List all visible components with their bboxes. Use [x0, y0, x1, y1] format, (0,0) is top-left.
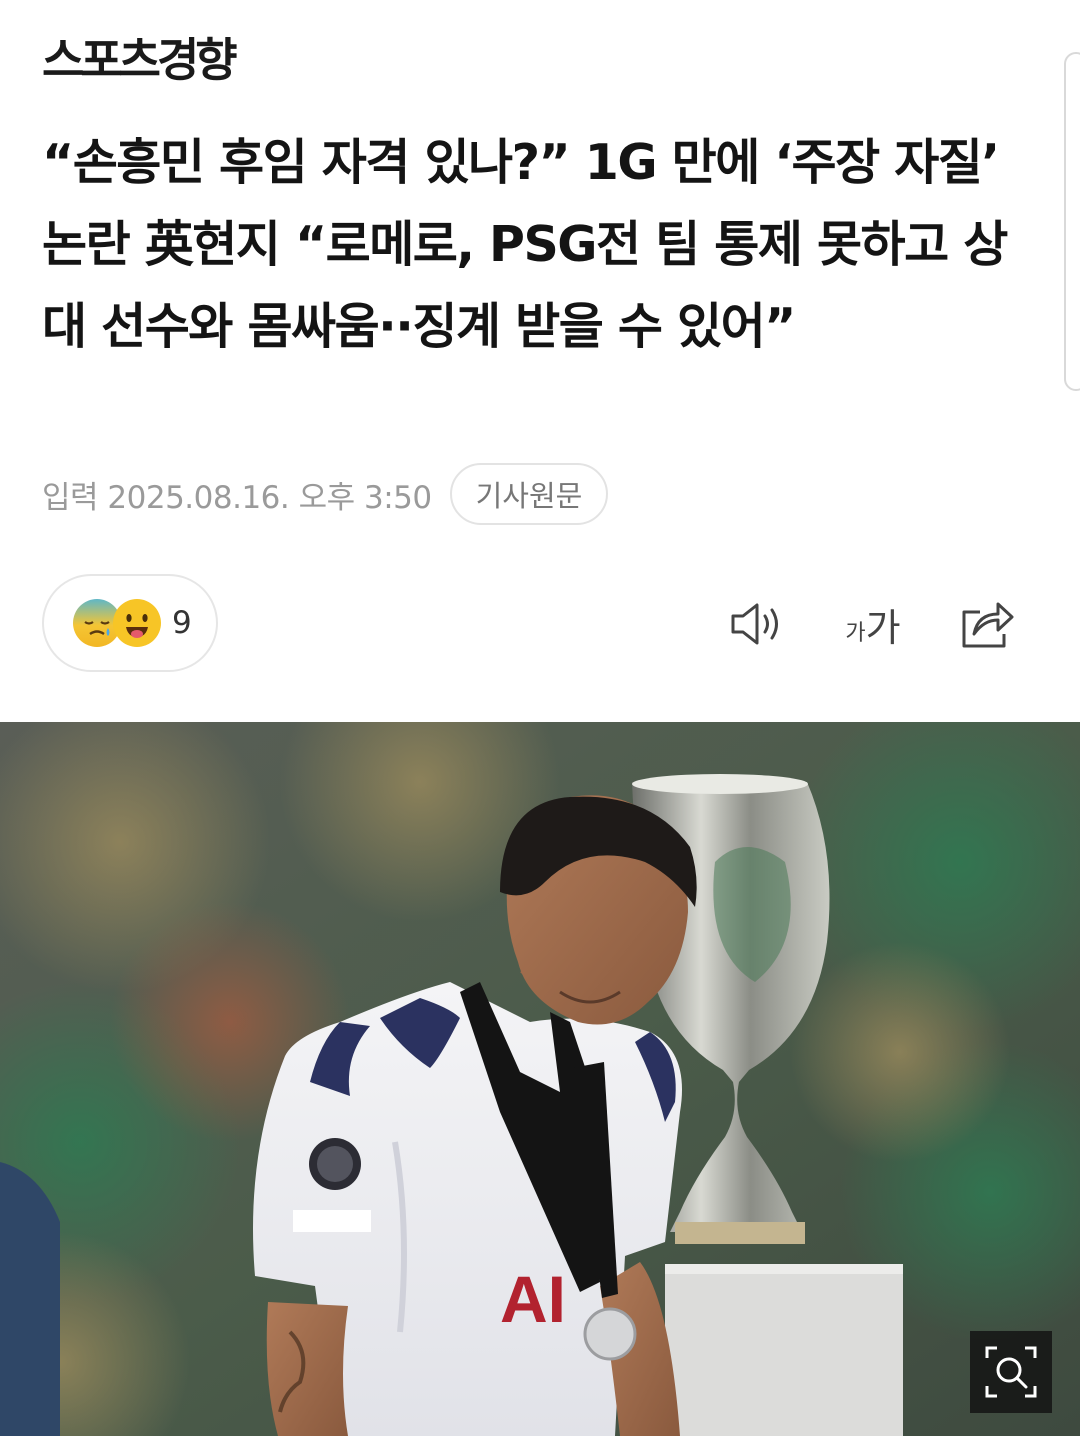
tongue-face-icon [113, 599, 161, 647]
original-article-button[interactable]: 기사원문 [449, 463, 609, 525]
share-button[interactable] [958, 596, 1016, 652]
zoom-search-icon [985, 1346, 1037, 1398]
speaker-icon [731, 603, 778, 645]
font-large-label: 가 [865, 605, 901, 650]
article-headline: “손흥민 후임 자격 있나?” 1G 만에 ‘주장 자질’ 논란 英현지 “로메… [42, 134, 1008, 355]
article-photo-image: AI [0, 722, 1080, 1436]
font-size-button[interactable]: 가 가 [838, 596, 908, 652]
reaction-emojis [72, 598, 164, 648]
jersey-sponsor-text: AI [500, 1262, 566, 1336]
reaction-button[interactable]: 9 [42, 574, 218, 672]
brand-logo[interactable]: 스포츠경향 [42, 30, 238, 90]
reaction-count: 9 [172, 605, 192, 641]
publish-date: 입력 2025.08.16. 오후 3:50 [42, 479, 432, 516]
scroll-indicator [1064, 52, 1080, 391]
font-small-label: 가 [845, 621, 866, 646]
tts-button[interactable] [728, 596, 786, 652]
article-photo: AI [0, 722, 1080, 1436]
image-zoom-button[interactable] [970, 1331, 1052, 1413]
share-icon [962, 602, 1014, 648]
article-meta: 입력 2025.08.16. 오후 3:50 기사원문 [42, 462, 609, 526]
